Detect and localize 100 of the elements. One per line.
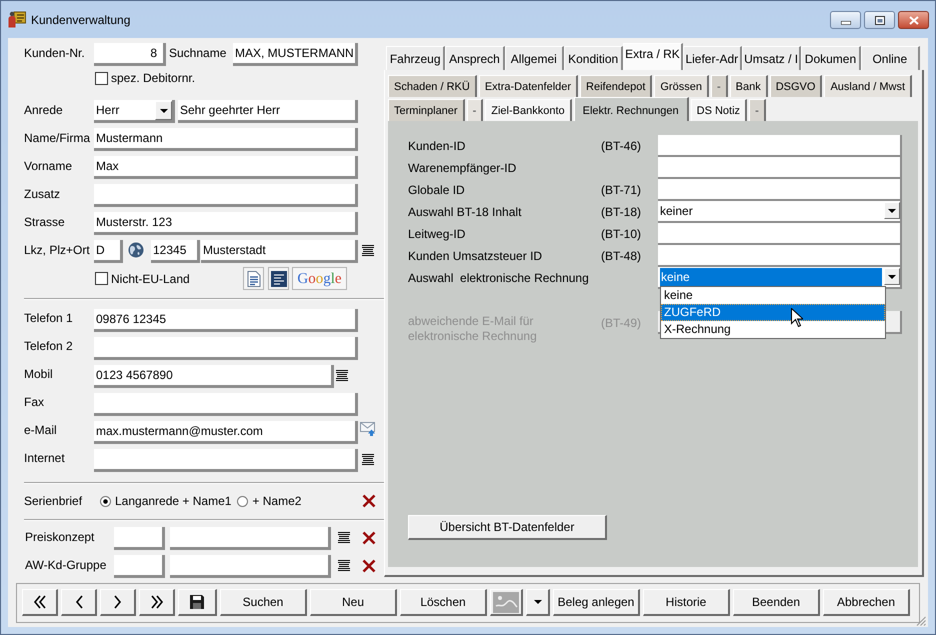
input-field[interactable] (94, 449, 358, 472)
input-field[interactable] (658, 223, 902, 245)
radio-button[interactable] (237, 496, 248, 506)
input-field[interactable] (658, 157, 902, 179)
input-field[interactable]: 09876 12345 (94, 309, 358, 332)
tab[interactable]: Fahrzeug (386, 46, 446, 70)
field-label: Globale ID (408, 183, 465, 197)
radio-button[interactable] (100, 496, 111, 506)
tab[interactable]: Grössen (654, 75, 709, 97)
previous-button[interactable] (61, 589, 97, 616)
cross-icon[interactable] (362, 531, 376, 545)
input-field[interactable] (658, 135, 902, 157)
dropdown-button[interactable] (526, 589, 550, 616)
toolbar-button[interactable]: Neu (310, 589, 397, 616)
field-label: Telefon 2 (24, 339, 73, 353)
first-button[interactable] (22, 589, 58, 616)
tab[interactable]: Dokumen (801, 46, 861, 70)
checkbox[interactable] (95, 272, 108, 285)
input-field[interactable] (658, 179, 902, 201)
tab[interactable]: Bank (730, 75, 768, 97)
caret-icon (534, 600, 542, 604)
tab[interactable]: Extra-Datenfelder (478, 75, 578, 97)
list-icon[interactable] (362, 454, 374, 466)
overview-button[interactable]: Übersicht BT-Datenfelder (408, 515, 607, 540)
input-field[interactable] (114, 555, 165, 578)
tab[interactable]: Online (860, 46, 920, 70)
input-field[interactable] (94, 337, 358, 360)
envelope-icon[interactable] (360, 422, 376, 436)
person-board-icon (8, 10, 26, 28)
maps-button[interactable]: Google (292, 267, 347, 290)
tab[interactable]: Liefer-Adr (682, 46, 742, 70)
dropdown-field[interactable]: keiner (658, 201, 902, 223)
tab[interactable]: Terminplaner (388, 99, 465, 121)
toolbar-button[interactable]: Beleg anlegen (553, 589, 640, 616)
cross-icon[interactable] (362, 494, 376, 508)
list-icon[interactable] (336, 370, 348, 382)
document-icon (246, 270, 260, 286)
input-field[interactable]: max.mustermann@muster.com (94, 421, 358, 444)
input-field[interactable] (114, 527, 165, 550)
input-field[interactable] (658, 245, 902, 267)
dropdown-option[interactable]: X-Rechnung (661, 321, 885, 338)
input-field[interactable] (94, 393, 358, 416)
toolbar-button[interactable]: Beenden (733, 589, 820, 616)
dropdown-field[interactable]: Herr (94, 100, 175, 123)
globe-icon[interactable] (128, 242, 144, 258)
cross-icon[interactable] (362, 559, 376, 573)
tab[interactable]: Umsatz / I (742, 46, 802, 70)
input-field[interactable] (170, 555, 331, 578)
field-code: (BT-46) (601, 139, 642, 153)
tab[interactable]: Kondition (564, 46, 624, 70)
input-field[interactable]: Musterstr. 123 (94, 212, 358, 235)
input-field[interactable] (170, 527, 331, 550)
last-button[interactable] (139, 589, 175, 616)
close-button[interactable] (898, 11, 929, 29)
field-label: Suchname (169, 46, 226, 60)
tab[interactable]: Ausland / Mwst (824, 75, 912, 97)
tab[interactable]: Reifendepot (580, 75, 652, 97)
tab[interactable]: DSGVO (770, 75, 822, 97)
input-field[interactable]: 0123 4567890 (94, 365, 334, 388)
list-icon[interactable] (362, 245, 374, 257)
form-button[interactable] (268, 267, 289, 290)
tab[interactable]: Extra / RK (623, 43, 683, 70)
toolbar-button[interactable]: Abbrechen (823, 589, 910, 616)
dropdown-button[interactable] (884, 268, 900, 285)
minimize-button[interactable] (830, 11, 861, 29)
dropdown-button[interactable] (884, 202, 900, 219)
tab[interactable]: Allgemei (504, 46, 564, 70)
input-field[interactable]: D (94, 240, 123, 263)
maximize-button[interactable] (864, 11, 895, 29)
toolbar-button[interactable]: Historie (643, 589, 730, 616)
input-field[interactable]: MAX, MUSTERMANN (233, 43, 358, 66)
dropdown-option[interactable]: keine (661, 287, 885, 304)
input-field[interactable]: Mustermann (94, 128, 358, 151)
save-button[interactable] (178, 589, 217, 616)
double-chevron-left-icon (32, 595, 46, 609)
tab[interactable]: DS Notiz (690, 99, 748, 121)
tab[interactable]: Ansprech (445, 46, 505, 70)
dropdown-button[interactable] (155, 101, 172, 120)
field-code: (BT-48) (601, 249, 642, 263)
input-field[interactable]: Sehr geehrter Herr (178, 100, 358, 123)
document-button[interactable] (243, 267, 264, 290)
tab[interactable]: Elektr. Rechnungen (574, 97, 689, 121)
dropdown-option[interactable]: ZUGFeRD (661, 304, 885, 321)
list-icon[interactable] (338, 532, 350, 544)
field-label: Leitweg-ID (408, 227, 466, 241)
field-label: Vorname (24, 159, 72, 173)
input-field[interactable]: Musterstadt (201, 240, 358, 263)
input-field[interactable]: Max (94, 156, 358, 179)
image-icon (493, 592, 519, 612)
checkbox[interactable] (95, 72, 108, 84)
input-field[interactable] (94, 184, 358, 207)
tab[interactable]: Ziel-Bankkonto (485, 99, 572, 121)
toolbar-button[interactable]: Löschen (400, 589, 487, 616)
list-icon[interactable] (338, 560, 350, 572)
input-field[interactable]: 12345 (151, 240, 200, 263)
resize-grip-icon[interactable] (916, 616, 926, 626)
toolbar-button[interactable]: Suchen (220, 589, 307, 616)
next-button[interactable] (100, 589, 136, 616)
input-field[interactable]: 8 (94, 43, 166, 66)
tab[interactable]: Schaden / RKÜ (388, 75, 477, 97)
